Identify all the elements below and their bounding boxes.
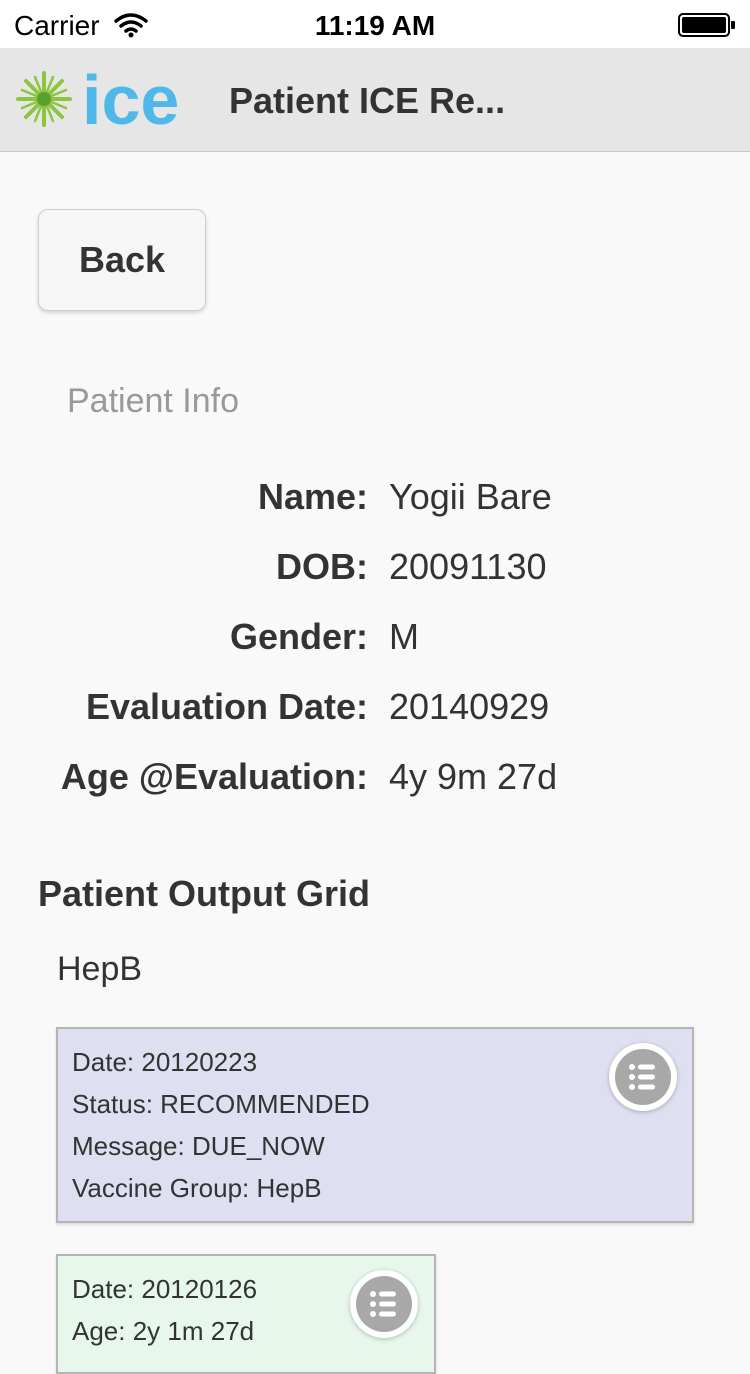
page-title: Patient ICE Re...: [229, 80, 506, 121]
list-icon: [629, 1064, 655, 1090]
info-value: Yogii Bare: [389, 476, 552, 517]
card-date: Date: 20120126: [72, 1274, 258, 1304]
info-value: 20140929: [389, 686, 550, 727]
info-key: Evaluation Date:: [85, 686, 368, 727]
info-key: Age @Evaluation:: [60, 756, 368, 797]
battery-icon: [678, 13, 735, 37]
info-key: DOB:: [276, 546, 368, 587]
vaccine-group-label: HepB: [57, 950, 143, 988]
info-row-gender: Gender: M: [0, 616, 750, 666]
back-button[interactable]: Back: [38, 209, 206, 311]
patient-info-heading: Patient Info: [67, 382, 240, 420]
info-value: 4y 9m 27d: [389, 756, 558, 797]
info-row-name: Name: Yogii Bare: [0, 476, 750, 526]
list-icon: [370, 1291, 396, 1317]
card-vaccine-group: Vaccine Group: HepB: [72, 1173, 322, 1203]
info-row-dob: DOB: 20091130: [0, 546, 750, 596]
app-header: ice Patient ICE Re...: [0, 48, 750, 152]
clock: 11:19 AM: [314, 10, 436, 41]
card-message: Message: DUE_NOW: [72, 1131, 325, 1161]
info-value: 20091130: [389, 546, 547, 587]
info-key: Gender:: [229, 616, 368, 657]
output-grid-title: Patient Output Grid: [38, 873, 370, 914]
card-age: Age: 2y 1m 27d: [72, 1316, 255, 1346]
details-list-button[interactable]: [350, 1270, 418, 1338]
logo-text: ice: [82, 62, 179, 136]
card-date: Date: 20120223: [72, 1047, 258, 1077]
info-row-evaluation-date: Evaluation Date: 20140929: [0, 686, 750, 736]
status-bar: Carrier 11:19 AM: [0, 0, 750, 48]
recommendation-card[interactable]: Date: 20120223 Status: RECOMMENDED Messa…: [56, 1027, 694, 1223]
card-status: Status: RECOMMENDED: [72, 1089, 370, 1119]
info-row-age-at-evaluation: Age @Evaluation: 4y 9m 27d: [0, 756, 750, 806]
evaluation-card[interactable]: Date: 20120126 Age: 2y 1m 27d: [56, 1254, 436, 1374]
details-list-button[interactable]: [609, 1043, 677, 1111]
ice-logo: ice: [16, 62, 179, 136]
info-key: Name:: [257, 476, 368, 517]
info-value: M: [389, 616, 419, 657]
